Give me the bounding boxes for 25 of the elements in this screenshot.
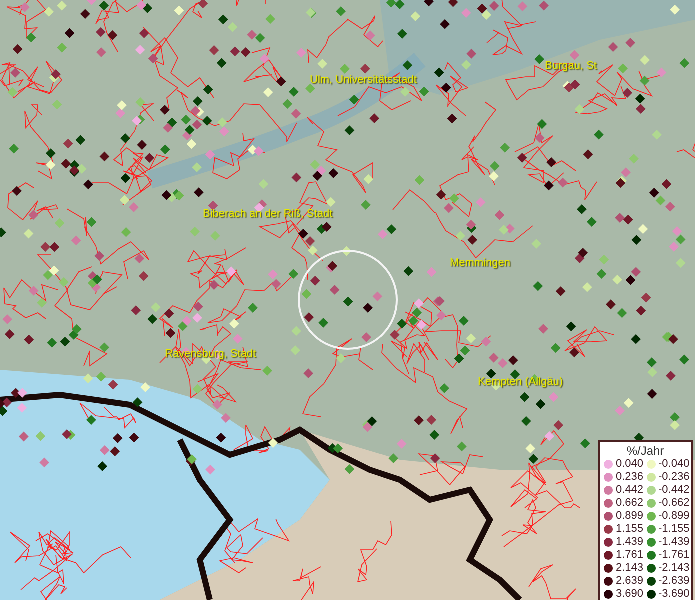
legend-value: 1.155 <box>616 523 644 536</box>
legend-value: 0.442 <box>616 484 644 497</box>
legend-value: -1.761 <box>658 549 690 562</box>
legend-value: 0.236 <box>616 471 644 484</box>
place-label: Memmingen <box>450 256 511 271</box>
legend-value: -1.439 <box>658 536 690 549</box>
legend-value: 0.662 <box>616 497 644 510</box>
legend-value: 0.899 <box>616 510 644 523</box>
legend-value: -0.236 <box>658 471 690 484</box>
legend-value: -2.143 <box>658 562 690 575</box>
legend-value: -2.639 <box>658 575 690 588</box>
legend-value: 2.143 <box>616 562 644 575</box>
legend-value: -0.899 <box>658 510 690 523</box>
legend-value: -0.442 <box>658 484 690 497</box>
legend-value: 1.439 <box>616 536 644 549</box>
legend-value: 3.690 <box>616 588 644 600</box>
legend-value: 0.040 <box>616 458 644 471</box>
legend-value: -0.040 <box>658 458 690 471</box>
legend-value: -0.662 <box>658 497 690 510</box>
legend-value: 1.761 <box>616 549 644 562</box>
legend-value: 2.639 <box>616 575 644 588</box>
legend-value: -3.690 <box>658 588 690 600</box>
legend-title: %/Jahr <box>626 444 666 458</box>
legend-value: -1.155 <box>658 523 690 536</box>
place-label: Kempten (Allgäu) <box>478 375 563 390</box>
